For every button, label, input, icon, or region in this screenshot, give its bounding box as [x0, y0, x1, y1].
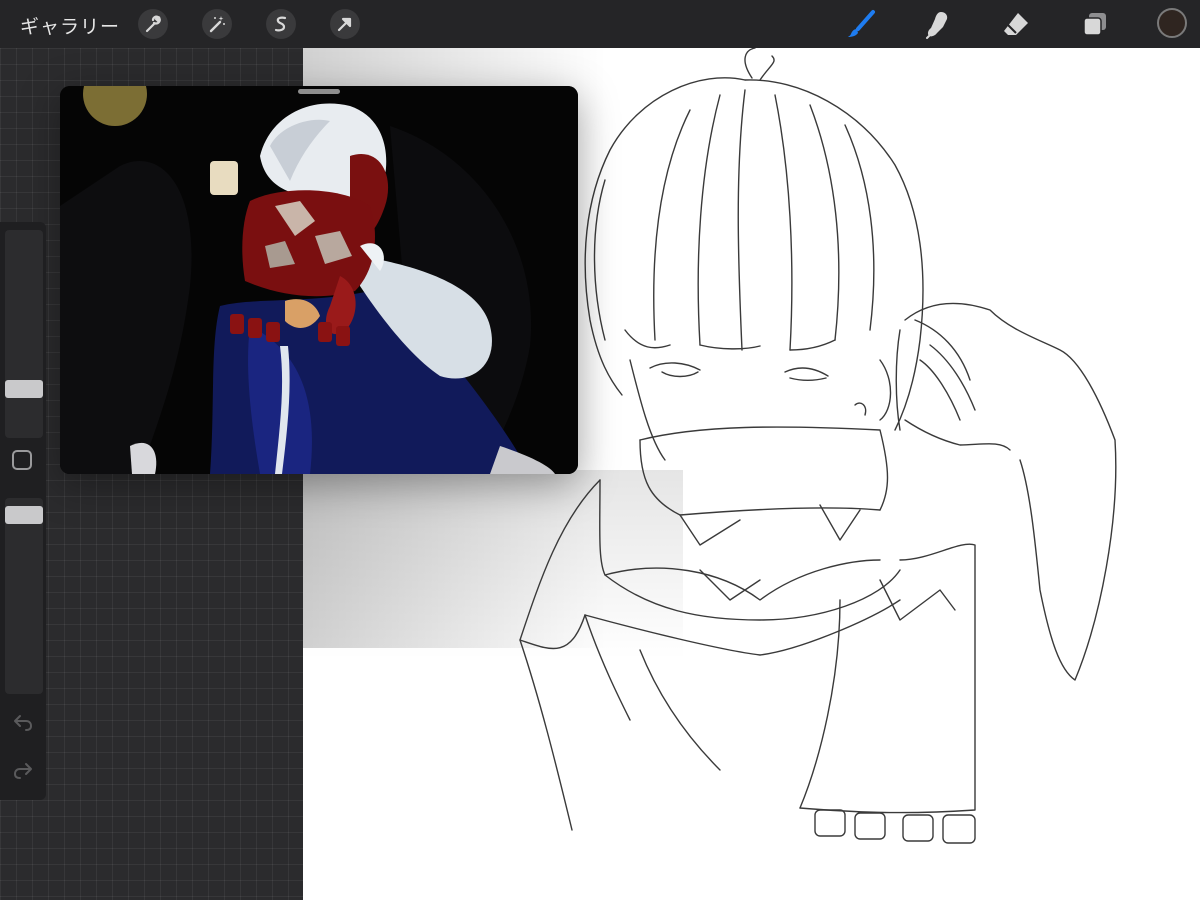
- reference-window[interactable]: [60, 86, 578, 474]
- transform-button[interactable]: [330, 9, 360, 39]
- undo-arrow-icon: [14, 715, 32, 731]
- wrench-icon: [145, 15, 161, 33]
- selection-button[interactable]: [266, 9, 296, 39]
- opacity-thumb[interactable]: [5, 506, 43, 524]
- brush-size-thumb[interactable]: [5, 380, 43, 398]
- layers-icon: [1083, 13, 1106, 36]
- smudge-finger-icon: [926, 12, 948, 39]
- redo-arrow-icon: [14, 763, 32, 779]
- reference-image: [60, 86, 578, 474]
- magic-wand-icon: [209, 16, 225, 33]
- smudge-tool-button[interactable]: [922, 8, 954, 40]
- adjustments-button[interactable]: [202, 9, 232, 39]
- sketch-hand: [904, 302, 1117, 681]
- sketch-scarf: [639, 426, 889, 511]
- left-sidebar: [0, 222, 46, 800]
- top-toolbar: ギャラリー: [0, 0, 1200, 48]
- selection-s-icon: [274, 16, 287, 32]
- sketch-hair: [584, 77, 746, 396]
- redo-button[interactable]: [11, 758, 35, 782]
- reference-window-grabber[interactable]: [298, 89, 340, 94]
- actions-button[interactable]: [138, 9, 168, 39]
- opacity-slider[interactable]: [5, 498, 43, 694]
- arrow-cursor-icon: [337, 17, 352, 32]
- brush-size-slider[interactable]: [5, 230, 43, 438]
- eraser-tool-button[interactable]: [1000, 8, 1032, 40]
- sketch-face: [629, 359, 666, 461]
- eraser-icon: [1004, 13, 1028, 35]
- undo-button[interactable]: [11, 710, 35, 734]
- brush-icon: [848, 10, 875, 37]
- layers-button[interactable]: [1079, 8, 1111, 40]
- color-picker-button[interactable]: [1157, 8, 1187, 38]
- gallery-button[interactable]: ギャラリー: [20, 12, 120, 39]
- brush-tool-button[interactable]: [845, 8, 877, 40]
- modifier-square-button[interactable]: [12, 450, 32, 470]
- sketch-body: [519, 479, 601, 831]
